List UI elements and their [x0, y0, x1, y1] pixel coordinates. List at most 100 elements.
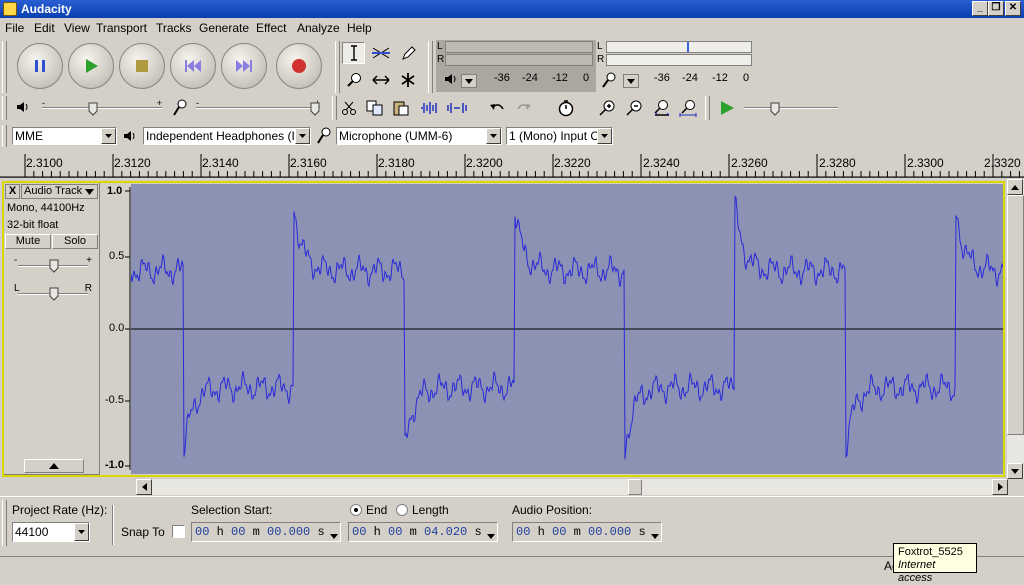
chevron-down-icon[interactable] — [651, 528, 659, 542]
audio-host-select[interactable]: MME — [12, 127, 117, 145]
mixer-grip[interactable] — [2, 96, 7, 120]
slider-thumb[interactable] — [88, 102, 98, 119]
playback-speed-slider[interactable] — [744, 98, 838, 118]
pan-slider[interactable]: L R — [14, 283, 92, 301]
input-device-select[interactable]: Microphone (UMM-6) — [336, 127, 502, 145]
project-rate-select[interactable]: 44100 — [12, 522, 90, 542]
track-menu-button[interactable]: Audio Track — [21, 184, 98, 199]
zoom-in-button[interactable] — [596, 97, 618, 119]
pause-button[interactable] — [17, 43, 63, 89]
transcription-grip[interactable] — [705, 96, 710, 120]
restore-button[interactable]: ❐ — [988, 1, 1004, 16]
sync-lock-button[interactable] — [555, 97, 577, 119]
redo-button[interactable] — [513, 97, 535, 119]
menu-generate[interactable]: Generate — [199, 21, 249, 35]
envelope-tool-button[interactable] — [369, 42, 392, 64]
multi-tool-button[interactable] — [396, 69, 419, 91]
ruler-label: 2.3180 — [378, 156, 415, 170]
playback-meter-menu-button[interactable] — [461, 74, 477, 88]
record-meter[interactable]: L R -36 -24 -12 0 — [596, 40, 756, 92]
vertical-scrollbar[interactable] — [1007, 179, 1024, 479]
copy-button[interactable] — [364, 97, 386, 119]
playback-volume-slider[interactable]: - + — [42, 98, 162, 118]
recording-volume-slider[interactable]: -+ — [196, 98, 320, 118]
length-radio[interactable] — [396, 504, 408, 516]
menu-transport[interactable]: Transport — [96, 21, 147, 35]
menu-edit[interactable]: Edit — [34, 21, 55, 35]
selection-end-field[interactable]: 00 h 00 m 04.020 s — [348, 522, 498, 542]
audio-position-field[interactable]: 00 h 00 m 00.000 s — [512, 522, 662, 542]
scroll-right-button[interactable] — [992, 479, 1008, 495]
record-icon — [292, 59, 306, 73]
selection-grip[interactable] — [2, 500, 7, 546]
close-button[interactable]: ✕ — [1005, 1, 1021, 16]
menu-analyze[interactable]: Analyze — [297, 21, 340, 35]
input-channels-select[interactable]: 1 (Mono) Input Ch — [506, 127, 613, 145]
length-radio-label: Length — [412, 503, 449, 517]
horizontal-scrollbar[interactable] — [136, 479, 1008, 495]
fit-project-button[interactable] — [677, 97, 699, 119]
slider-thumb[interactable] — [49, 287, 59, 304]
scroll-down-button[interactable] — [1007, 463, 1023, 479]
meter-tick: -12 — [712, 72, 728, 84]
menu-view[interactable]: View — [64, 21, 90, 35]
track-control-panel[interactable]: X Audio Track Mono, 44100Hz 32-bit float… — [3, 182, 100, 475]
chevron-up-icon — [49, 463, 59, 469]
scroll-left-button[interactable] — [136, 479, 152, 495]
menu-file[interactable]: File — [5, 21, 24, 35]
record-meter-menu-button[interactable] — [623, 74, 639, 88]
chevron-down-icon[interactable] — [487, 528, 495, 542]
timeshift-tool-button[interactable] — [369, 69, 392, 91]
play-at-speed-button[interactable] — [716, 97, 738, 119]
tools-grip[interactable] — [335, 41, 340, 93]
minimize-button[interactable]: _ — [972, 1, 988, 16]
meter-grip[interactable] — [428, 41, 433, 93]
undo-button[interactable] — [486, 97, 508, 119]
stop-icon — [136, 60, 148, 72]
menu-tracks[interactable]: Tracks — [156, 21, 192, 35]
skip-start-button[interactable] — [170, 43, 216, 89]
selection-start-field[interactable]: 00 h 00 m 00.000 s — [191, 522, 341, 542]
solo-button[interactable]: Solo — [52, 234, 98, 249]
record-button[interactable] — [276, 43, 322, 89]
vertical-scroll-thumb[interactable] — [1007, 195, 1024, 435]
draw-tool-button[interactable] — [396, 42, 419, 64]
scissors-icon — [342, 101, 356, 115]
stop-button[interactable] — [119, 43, 165, 89]
toolbar-grip[interactable] — [2, 41, 7, 93]
meter-right-label: R — [437, 54, 445, 65]
collapse-track-button[interactable] — [24, 459, 84, 473]
silence-button[interactable] — [446, 97, 468, 119]
menu-help[interactable]: Help — [347, 21, 372, 35]
end-radio[interactable] — [350, 504, 362, 516]
amplitude-scale[interactable]: 1.0 0.5 0.0 -0.5 -1.0 — [101, 182, 131, 475]
cut-button[interactable] — [338, 97, 360, 119]
edit-grip[interactable] — [332, 96, 337, 120]
speaker-icon — [16, 101, 30, 116]
track-close-button[interactable]: X — [5, 184, 20, 199]
scroll-up-button[interactable] — [1007, 179, 1023, 195]
gain-slider[interactable]: - + — [14, 255, 92, 273]
timeline-ruler[interactable]: 2.3100 2.3120 2.3140 2.3160 2.3180 2.320… — [0, 152, 1024, 178]
output-device-select[interactable]: Independent Headphones (IDT — [143, 127, 311, 145]
horizontal-scroll-thumb[interactable] — [628, 479, 642, 495]
tooltip-subtitle: Internet access — [898, 559, 936, 584]
skip-end-button[interactable] — [221, 43, 267, 89]
trim-button[interactable] — [418, 97, 440, 119]
selection-tool-button[interactable] — [342, 42, 365, 64]
playback-meter[interactable]: L R -36 -24 -12 0 — [436, 40, 596, 92]
chevron-down-icon[interactable] — [330, 528, 338, 542]
slider-thumb[interactable] — [770, 102, 780, 119]
menu-effect[interactable]: Effect — [256, 21, 286, 35]
mute-button[interactable]: Mute — [5, 234, 51, 249]
play-button[interactable] — [68, 43, 114, 89]
zoom-tool-button[interactable] — [342, 69, 365, 91]
paste-button[interactable] — [390, 97, 412, 119]
slider-thumb[interactable] — [310, 102, 320, 119]
device-grip[interactable] — [2, 125, 7, 147]
zoom-out-button[interactable] — [623, 97, 645, 119]
waveform-display[interactable] — [131, 184, 1003, 474]
fit-selection-button[interactable] — [650, 97, 672, 119]
slider-thumb[interactable] — [49, 259, 59, 276]
snap-to-checkbox[interactable] — [172, 525, 185, 538]
